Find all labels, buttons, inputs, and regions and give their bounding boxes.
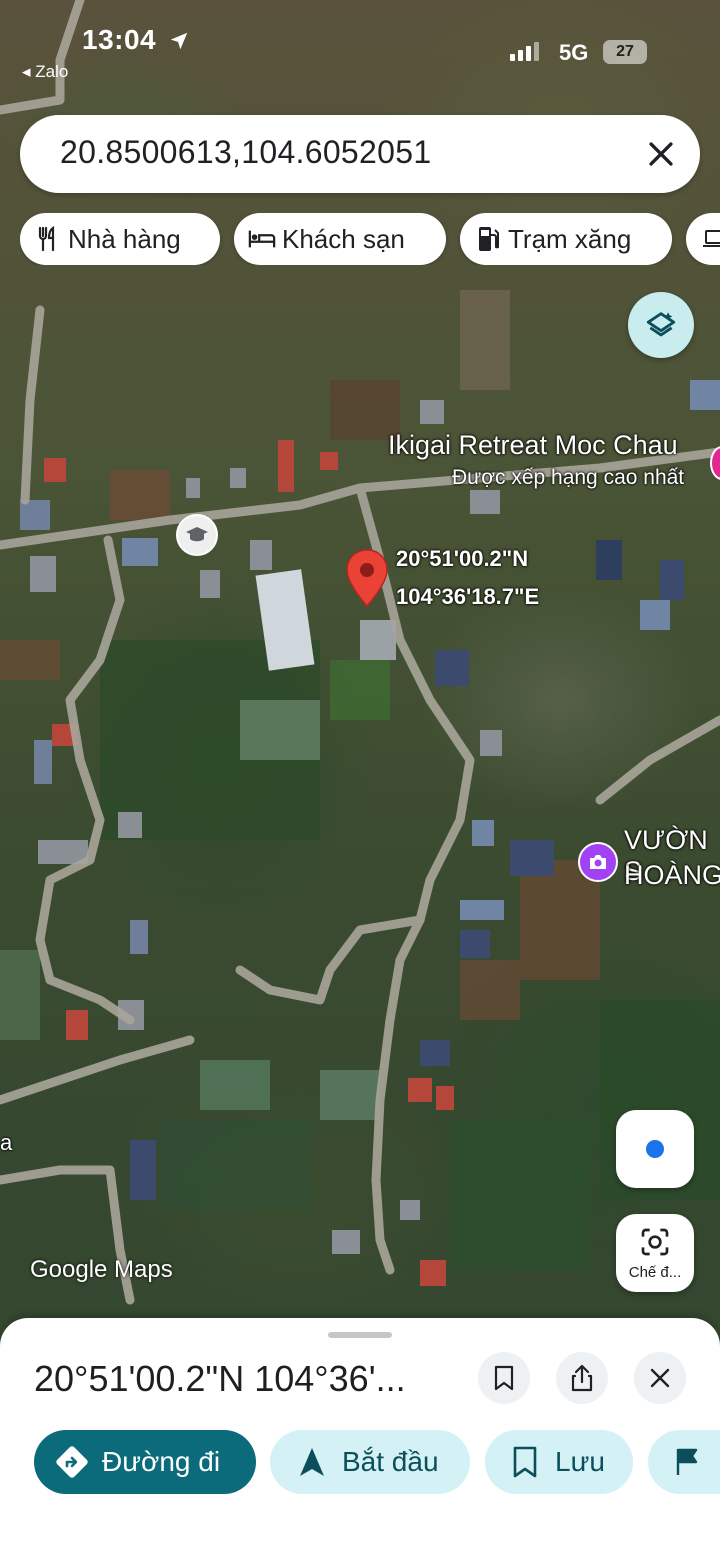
camera-lens-icon bbox=[641, 1228, 669, 1256]
school-marker[interactable] bbox=[176, 514, 218, 556]
google-maps-logo: Google Maps bbox=[30, 1256, 173, 1283]
save-bookmark-button[interactable] bbox=[478, 1352, 530, 1404]
chip-label: Trạm xăng bbox=[508, 223, 632, 254]
drag-handle[interactable] bbox=[328, 1332, 392, 1338]
chip-hotels[interactable]: Khách sạn bbox=[234, 213, 446, 265]
layers-icon bbox=[646, 312, 676, 337]
search-bar[interactable]: 20.8500613,104.6052051 bbox=[20, 115, 700, 193]
garden-label-line2[interactable]: HOÀNG bbox=[624, 860, 720, 891]
attraction-marker[interactable] bbox=[578, 842, 618, 882]
share-icon bbox=[571, 1364, 593, 1392]
my-location-button[interactable] bbox=[616, 1110, 694, 1188]
pin-longitude: 104°36'18.7"E bbox=[396, 584, 540, 609]
chip-label: Nhà hàng bbox=[68, 223, 181, 254]
chip-label: Khách sạn bbox=[282, 223, 405, 254]
partial-place-label: a bbox=[0, 1130, 13, 1155]
chip-more[interactable] bbox=[686, 213, 720, 265]
share-button[interactable] bbox=[556, 1352, 608, 1404]
lens-mode-label: Chế đ... bbox=[628, 1264, 682, 1281]
directions-icon bbox=[54, 1444, 90, 1480]
sheet-title: 20°51'00.2"N 104°36'... bbox=[34, 1358, 406, 1399]
poi-subtitle: Được xếp hạng cao nhất bbox=[452, 466, 685, 489]
close-sheet-button[interactable] bbox=[634, 1352, 686, 1404]
directions-button[interactable]: Đường đi bbox=[34, 1430, 256, 1494]
navigation-arrow-icon bbox=[294, 1444, 330, 1480]
pin-latitude: 20°51'00.2"N bbox=[396, 546, 529, 571]
search-input[interactable]: 20.8500613,104.6052051 bbox=[60, 134, 431, 171]
bookmark-icon bbox=[507, 1444, 543, 1480]
laptop-icon bbox=[700, 225, 720, 253]
signal-strength-icon bbox=[510, 42, 539, 61]
bed-icon bbox=[248, 225, 276, 253]
dropped-pin-icon[interactable] bbox=[345, 548, 389, 610]
network-type: 5G bbox=[559, 40, 589, 65]
location-dot-icon bbox=[646, 1140, 664, 1158]
start-button[interactable]: Bắt đầu bbox=[270, 1430, 470, 1494]
gas-pump-icon bbox=[474, 225, 502, 253]
battery-icon: 27 bbox=[603, 40, 647, 64]
close-icon[interactable] bbox=[644, 137, 678, 171]
close-icon bbox=[650, 1368, 670, 1388]
poi-title[interactable]: Ikigai Retreat Moc Chau bbox=[388, 430, 678, 461]
category-chips: Nhà hàng Khách sạn Trạm xăng bbox=[20, 213, 720, 265]
chip-gas-stations[interactable]: Trạm xăng bbox=[460, 213, 672, 265]
directions-label: Đường đi bbox=[102, 1446, 221, 1477]
status-bar: 13:04 ◂ Zalo 5G 27 bbox=[0, 0, 720, 100]
save-label: Lưu bbox=[555, 1446, 605, 1477]
place-bottom-sheet[interactable]: 20°51'00.2"N 104°36'... Đường đi Bắt đầu bbox=[0, 1318, 720, 1564]
status-time: 13:04 bbox=[82, 24, 157, 55]
back-to-app-link[interactable]: ◂ Zalo bbox=[22, 62, 68, 82]
action-buttons: Đường đi Bắt đầu Lưu bbox=[0, 1430, 720, 1494]
chip-restaurants[interactable]: Nhà hàng bbox=[20, 213, 220, 265]
battery-level: 27 bbox=[616, 43, 634, 60]
flag-icon bbox=[670, 1444, 706, 1480]
camera-icon bbox=[590, 855, 606, 869]
location-arrow-icon bbox=[170, 32, 188, 50]
layers-button[interactable] bbox=[628, 292, 694, 358]
fork-knife-icon bbox=[34, 225, 62, 253]
lens-mode-button[interactable]: Chế đ... bbox=[616, 1214, 694, 1292]
label-button[interactable] bbox=[648, 1430, 720, 1494]
graduation-cap-icon bbox=[186, 527, 208, 542]
bookmark-icon bbox=[494, 1365, 514, 1391]
start-label: Bắt đầu bbox=[342, 1446, 439, 1477]
save-button[interactable]: Lưu bbox=[485, 1430, 633, 1494]
